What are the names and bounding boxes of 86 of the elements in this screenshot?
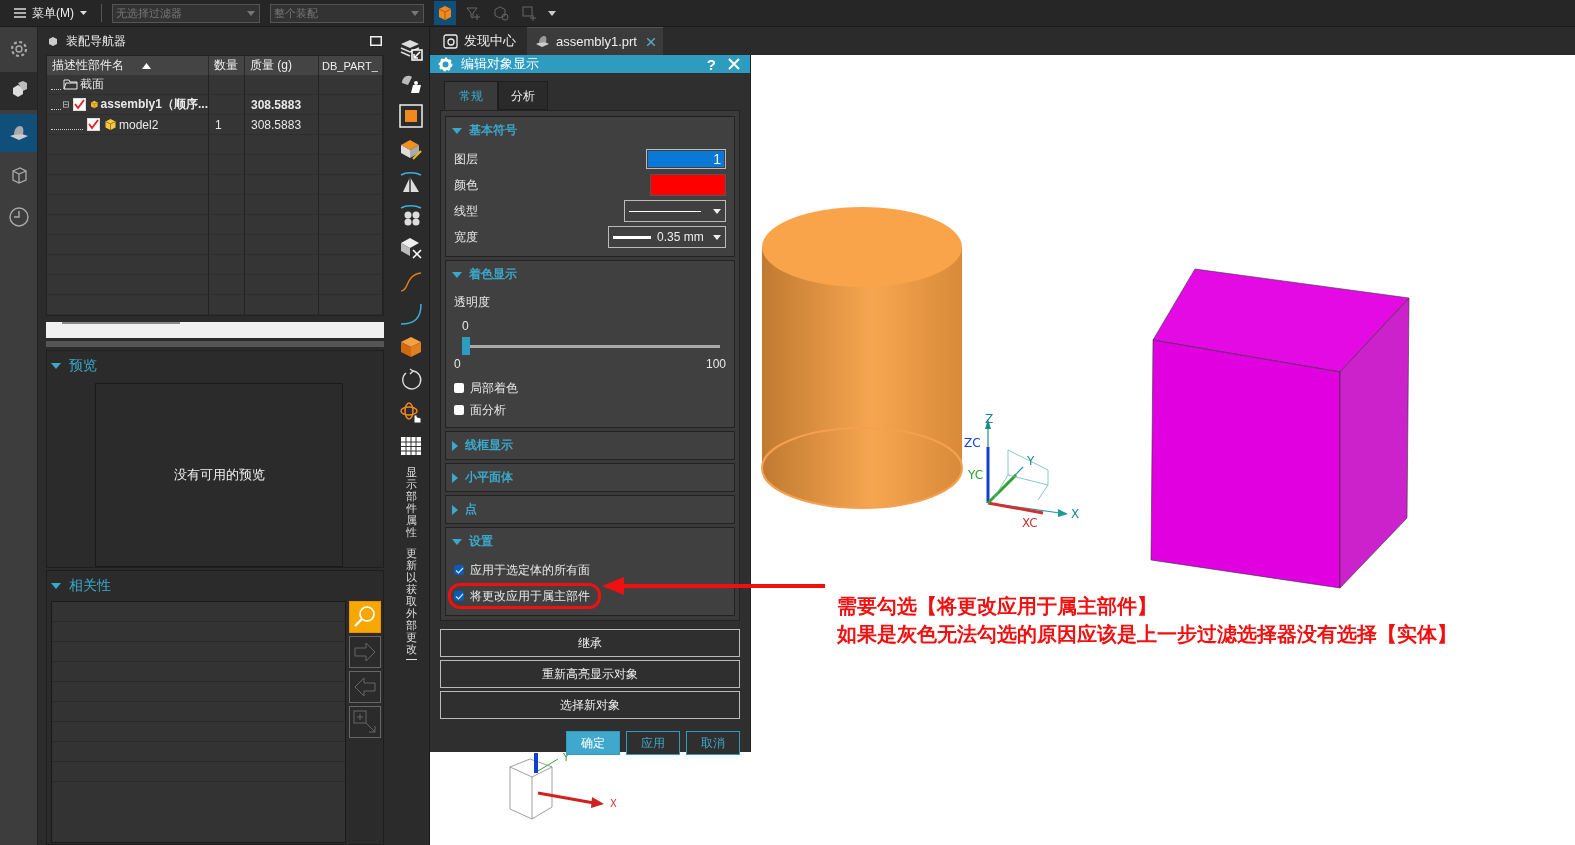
- table-cell: 308.5883: [245, 95, 319, 115]
- layer-field[interactable]: 1: [646, 149, 726, 169]
- layers-icon[interactable]: [398, 37, 424, 63]
- action-button[interactable]: 选择新对象: [440, 691, 740, 719]
- action-button[interactable]: 继承: [440, 629, 740, 657]
- axis-label: X: [610, 798, 617, 809]
- checkbox-option[interactable]: 应用于选定体的所有面: [448, 557, 601, 583]
- menu-button[interactable]: 菜单(M): [10, 4, 91, 22]
- axis-label: XC: [1022, 516, 1038, 530]
- axis-label: X: [1071, 507, 1080, 521]
- section-header[interactable]: 线框显示: [446, 432, 734, 459]
- color-swatch-icon[interactable]: [398, 103, 424, 129]
- caret-icon: [80, 11, 87, 15]
- section-header[interactable]: 基本符号: [446, 117, 734, 144]
- field-label: 透明度: [454, 294, 491, 311]
- section-header[interactable]: 小平面体: [446, 464, 734, 491]
- preview-section-header[interactable]: 预览: [47, 351, 383, 381]
- zoom-region-icon[interactable]: [349, 706, 381, 738]
- checkbox-option[interactable]: 将更改应用于属主部件: [448, 583, 601, 609]
- dialog-button[interactable]: 应用: [626, 731, 680, 755]
- checkbox-option[interactable]: 面分析: [454, 399, 510, 421]
- part-cube-icon: [104, 118, 117, 131]
- section-header[interactable]: 着色显示: [446, 261, 734, 288]
- dependencies-section-header[interactable]: 相关性: [47, 571, 383, 601]
- annotation-text: 需要勾选【将更改应用于属主部件】 如果是灰色无法勾选的原因应该是上一步过滤选择器没有选择【实体】: [837, 594, 1457, 647]
- atom-hand-icon[interactable]: [398, 400, 424, 426]
- dialog-title: 编辑对象显示: [461, 55, 539, 73]
- field-label: 线型: [454, 202, 478, 220]
- document-tab[interactable]: assembly1.prt: [527, 27, 663, 55]
- axis-label: ZC: [964, 436, 981, 450]
- dialog-button[interactable]: 取消: [686, 731, 740, 755]
- caret-icon: [713, 234, 721, 240]
- parts-icon[interactable]: [0, 72, 37, 110]
- check-icon: [454, 591, 464, 601]
- compass-icon: [443, 33, 458, 49]
- table-cell: 1: [209, 115, 245, 135]
- folder-icon: [63, 79, 78, 90]
- slider-value: 0: [461, 319, 470, 333]
- line-width-dropdown[interactable]: 0.35 mm: [608, 226, 726, 248]
- cube-icon[interactable]: [434, 1, 456, 25]
- color-swatch[interactable]: [650, 174, 726, 196]
- table-cell: 308.5883: [245, 115, 319, 135]
- cube-remove-icon[interactable]: [398, 235, 424, 261]
- surface-icon[interactable]: [398, 169, 424, 195]
- side-tab[interactable]: 更新以获取外部更改: [405, 546, 417, 656]
- close-icon[interactable]: [646, 37, 655, 46]
- field-label: 宽度: [454, 228, 478, 246]
- curve-icon[interactable]: [398, 301, 424, 327]
- preview-area: 没有可用的预览: [95, 383, 343, 567]
- axis-label: Y: [1027, 454, 1035, 468]
- dialog-tab[interactable]: 常规: [444, 81, 498, 110]
- part-cube-icon: [89, 98, 99, 111]
- check-icon: [454, 565, 464, 575]
- shaded-cube-icon[interactable]: [398, 334, 424, 360]
- field-label: 颜色: [454, 176, 478, 194]
- slider-thumb[interactable]: [462, 337, 470, 355]
- collapse-icon[interactable]: [63, 100, 69, 109]
- navigator-title: 装配导航器: [66, 32, 126, 50]
- slider-max-label: 100: [705, 357, 726, 371]
- line-type-dropdown[interactable]: [624, 200, 726, 222]
- facets-icon[interactable]: [398, 202, 424, 228]
- settings-icon: [438, 56, 453, 72]
- checkbox[interactable]: [87, 118, 100, 131]
- sort-ascending-icon: [142, 62, 151, 69]
- axis-label: YC: [968, 468, 984, 482]
- slider-min-label: 0: [454, 357, 461, 371]
- horizontal-scrollbar[interactable]: [46, 322, 384, 338]
- maximize-icon[interactable]: [370, 36, 382, 46]
- checkbox-option[interactable]: 局部着色: [454, 377, 522, 399]
- menu-icon: [14, 8, 26, 18]
- dialog-tab[interactable]: 分析: [498, 81, 548, 110]
- tree-item[interactable]: assembly1（顺序...: [47, 95, 209, 115]
- document-tab[interactable]: 发现中心: [435, 27, 524, 55]
- action-button[interactable]: 重新高亮显示对象: [440, 660, 740, 688]
- caret-icon: [713, 208, 721, 214]
- field-label: 图层: [454, 150, 478, 168]
- transparency-slider[interactable]: [462, 337, 720, 355]
- side-tab[interactable]: 显示部件属性: [405, 466, 417, 539]
- section-header[interactable]: 点: [446, 496, 734, 523]
- assembly-icon[interactable]: [0, 114, 37, 152]
- part-icon: [535, 35, 550, 48]
- tree-item[interactable]: model2: [47, 115, 209, 135]
- tree-item[interactable]: 截面: [47, 75, 209, 95]
- table-cell: [209, 75, 245, 95]
- parts-icon: [48, 35, 58, 47]
- section-header[interactable]: 设置: [446, 528, 734, 555]
